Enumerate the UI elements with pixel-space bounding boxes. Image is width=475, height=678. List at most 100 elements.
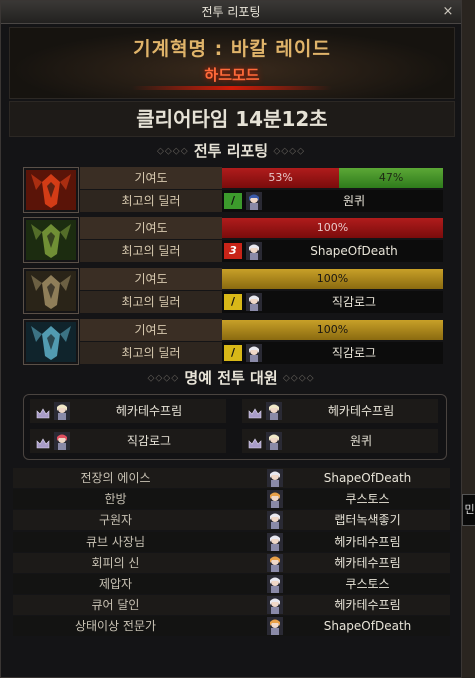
honor-party-panel: 헤카테수프림 헤카테수프림직감로그 원퀴: [23, 394, 447, 460]
top-dealer-label: 최고의 딜러: [80, 342, 222, 364]
award-title: 회피의 신: [91, 555, 140, 570]
contribution-bar: 100%: [222, 218, 443, 238]
crown-icon: [36, 435, 50, 449]
honor-member-name: 원퀴: [349, 434, 373, 448]
character-avatar: [266, 402, 282, 420]
contribution-label: 기여도: [80, 167, 222, 189]
award-title: 큐브 사장님: [85, 534, 145, 549]
honor-member: 직감로그: [30, 429, 226, 453]
award-row: 구원자 랩터녹색좋기: [13, 510, 450, 531]
blue-dragon-portrait: [23, 319, 79, 365]
character-avatar: [267, 575, 283, 593]
top-dealer-label: 최고의 딜러: [80, 190, 222, 212]
top-dealer-name: 직감로그: [331, 346, 377, 360]
boss-row: 기여도 최고의 딜러 53% 47% / 원퀴: [23, 167, 445, 213]
contribution-segment: 100%: [222, 320, 443, 340]
battle-report-title: 전투 리포팅: [193, 142, 269, 160]
contribution-bar: 53% 47%: [222, 168, 443, 188]
contribution-label: 기여도: [80, 217, 222, 239]
boss-row: 기여도 최고의 딜러 100% / 직감로그: [23, 319, 445, 365]
window-title: 전투 리포팅: [201, 5, 261, 19]
contribution-segment: 47%: [339, 168, 443, 188]
contribution-segment: 100%: [222, 218, 443, 238]
contribution-bar: 100%: [222, 269, 443, 289]
close-icon[interactable]: ×: [441, 5, 455, 19]
character-avatar: [246, 293, 262, 311]
award-winner-name: 랩터녹색좋기: [334, 513, 401, 528]
character-avatar: [266, 432, 282, 450]
window-titlebar[interactable]: 전투 리포팅 ×: [1, 1, 461, 24]
honor-member-name: 헤카테수프림: [115, 404, 183, 418]
award-row: 제압자 쿠스토스: [13, 574, 450, 594]
battle-report-window: 전투 리포팅 × 기계혁명 : 바칼 레이드 하드모드 클리어타임 14분12초…: [0, 0, 462, 678]
honor-party-title: 명예 전투 대원: [184, 369, 278, 387]
class-badge-icon: /: [224, 193, 242, 209]
top-dealer-label: 최고의 딜러: [80, 240, 222, 262]
mode-glow-divider: [132, 86, 332, 90]
character-avatar: [267, 469, 283, 487]
raid-header: 기계혁명 : 바칼 레이드 하드모드: [9, 27, 455, 99]
character-avatar: [246, 344, 262, 362]
top-dealer-name: ShapeOfDeath: [310, 244, 398, 258]
award-row: 한방 쿠스토스: [13, 489, 450, 510]
raid-title: 기계혁명 : 바칼 레이드: [133, 38, 331, 60]
diamond-ornament-right: ◇◇◇◇: [273, 146, 306, 157]
top-dealer-name: 원퀴: [342, 194, 366, 208]
red-dragon-portrait: [23, 167, 79, 213]
award-winner-name: ShapeOfDeath: [323, 619, 412, 634]
honor-member: 헤카테수프림: [30, 399, 226, 423]
top-dealer-cell: / 원퀴: [222, 190, 443, 212]
difficulty-mode: 하드모드: [204, 66, 260, 84]
crown-icon: [248, 405, 262, 419]
contribution-label: 기여도: [80, 268, 222, 290]
top-dealer-name: 직감로그: [331, 295, 377, 309]
diamond-ornament-right: ◇◇◇◇: [282, 373, 315, 384]
top-dealer-cell: / 직감로그: [222, 291, 443, 313]
award-row: 상태이상 전문가 ShapeOfDeath: [13, 616, 450, 637]
contribution-label: 기여도: [80, 319, 222, 341]
contribution-segment: 100%: [222, 269, 443, 289]
character-avatar: [267, 532, 283, 551]
award-title: 전장의 에이스: [80, 471, 151, 485]
honor-member-name: 직감로그: [126, 434, 172, 448]
green-dragon-portrait: [23, 217, 79, 263]
award-title: 큐어 달인: [91, 598, 140, 613]
side-tab[interactable]: 민: [462, 494, 475, 526]
award-winner-name: 헤카테수프림: [334, 534, 401, 549]
award-winner-name: 쿠스토스: [345, 492, 390, 507]
award-title: 상태이상 전문가: [74, 619, 157, 634]
battle-report-heading: ◇◇◇◇ 전투 리포팅 ◇◇◇◇: [9, 140, 453, 164]
honor-member: 원퀴: [242, 429, 438, 453]
boss-row: 기여도 최고의 딜러 100% 3 ShapeOfDeath: [23, 217, 445, 263]
clear-time: 클리어타임 14분12초: [9, 101, 455, 137]
award-title: 제압자: [98, 577, 133, 591]
crown-icon: [36, 405, 50, 419]
honor-member: 헤카테수프림: [242, 399, 438, 423]
diamond-ornament-left: ◇◇◇◇: [156, 146, 189, 157]
crown-icon: [248, 435, 262, 449]
character-avatar: [246, 242, 262, 260]
character-avatar: [267, 490, 283, 509]
award-row: 전장의 에이스 ShapeOfDeath: [13, 468, 450, 488]
boss-row: 기여도 최고의 딜러 100% / 직감로그: [23, 268, 445, 314]
award-winner-name: ShapeOfDeath: [323, 471, 412, 485]
diamond-ornament-left: ◇◇◇◇: [147, 373, 180, 384]
character-avatar: [267, 511, 283, 530]
award-winner-name: 헤카테수프림: [334, 555, 401, 570]
contribution-segment: 53%: [222, 168, 340, 188]
character-avatar: [246, 192, 262, 210]
character-avatar: [267, 617, 283, 636]
gold-dragon-portrait: [23, 268, 79, 314]
contribution-bar: 100%: [222, 320, 443, 340]
award-title: 구원자: [98, 513, 133, 528]
award-winner-name: 쿠스토스: [345, 577, 390, 591]
class-badge-icon: 3: [224, 243, 242, 259]
honor-party-heading: ◇◇◇◇ 명예 전투 대원 ◇◇◇◇: [9, 367, 453, 391]
class-badge-icon: /: [224, 294, 242, 310]
award-row: 회피의 신 헤카테수프림: [13, 552, 450, 573]
top-dealer-cell: 3 ShapeOfDeath: [222, 240, 443, 262]
award-title: 한방: [104, 492, 127, 507]
top-dealer-label: 최고의 딜러: [80, 291, 222, 313]
award-winner-name: 헤카테수프림: [334, 598, 401, 613]
award-row: 큐브 사장님 헤카테수프림: [13, 531, 450, 552]
